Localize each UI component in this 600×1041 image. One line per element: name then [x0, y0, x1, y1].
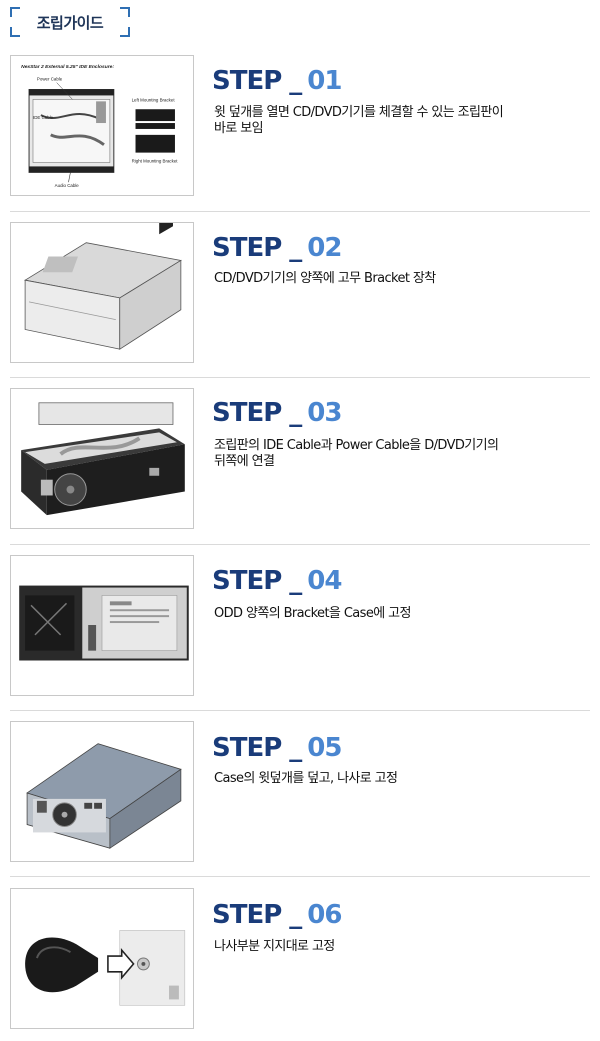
description-line: 나사부분 지지대로 고정	[214, 939, 335, 954]
step-01-description: 윗 덮개를 열면 CD/DVD기기를 체결할 수 있는 조립판이 바로 보임	[214, 105, 554, 137]
step-keyword: STEP	[212, 233, 282, 263]
step-02-description: CD/DVD기기의 양쪽에 고무 Bracket 장착	[214, 271, 554, 287]
description-line: 조립판의 IDE Cable과 Power Cable을 D/DVD기기의	[214, 438, 499, 453]
step-keyword: STEP	[212, 900, 282, 930]
step-05-description: Case의 윗덮개를 덮고, 나사로 고정	[214, 771, 554, 787]
step-separator: _	[289, 566, 302, 596]
step-number: 02	[307, 233, 342, 263]
description-line: CD/DVD기기의 양쪽에 고무 Bracket 장착	[214, 271, 436, 286]
step-01-image: NexStar 2 External 5.25" IDE Enclosure: …	[10, 55, 194, 196]
label-left-bracket: Left Mounting Bracket	[132, 97, 176, 102]
step-02-image	[10, 222, 194, 363]
step-number: 06	[307, 900, 342, 930]
step-03-image	[10, 388, 194, 529]
step-separator: _	[289, 233, 302, 263]
step-keyword: STEP	[212, 733, 282, 763]
step-number: 05	[307, 733, 342, 763]
step-keyword: STEP	[212, 566, 282, 596]
step-keyword: STEP	[212, 398, 282, 428]
step-keyword: STEP	[212, 66, 282, 96]
step-separator: _	[289, 398, 302, 428]
step-05-title: STEP _ 05	[212, 733, 342, 763]
step-01-title: STEP _ 01	[212, 66, 342, 96]
label-ide-cable: IDE Cable	[33, 115, 54, 120]
divider	[10, 211, 590, 212]
description-line: 윗 덮개를 열면 CD/DVD기기를 체결할 수 있는 조립판이	[214, 105, 504, 120]
step-separator: _	[289, 66, 302, 96]
step-04-title: STEP _ 04	[212, 566, 342, 596]
step-02-title: STEP _ 02	[212, 233, 342, 263]
step-number: 03	[307, 398, 342, 428]
description-line: Case의 윗덮개를 덮고, 나사로 고정	[214, 771, 398, 786]
divider	[10, 377, 590, 378]
step-03-description: 조립판의 IDE Cable과 Power Cable을 D/DVD기기의 뒤쪽…	[214, 438, 554, 470]
step-separator: _	[289, 900, 302, 930]
step-number: 01	[307, 66, 342, 96]
step-06-description: 나사부분 지지대로 고정	[214, 939, 554, 955]
section-title: 조립가이드	[36, 14, 104, 32]
figure-title: NexStar 2 External 5.25" IDE Enclosure:	[21, 64, 114, 70]
divider	[10, 710, 590, 711]
description-line: 바로 보임	[214, 121, 264, 136]
step-04-image	[10, 555, 194, 696]
description-line: 뒤쪽에 연결	[214, 454, 275, 469]
label-audio-cable: Audio Cable	[55, 183, 80, 188]
label-right-bracket: Right Mounting Bracket	[132, 158, 179, 163]
step-06-image	[10, 888, 194, 1029]
step-separator: _	[289, 733, 302, 763]
step-03-title: STEP _ 03	[212, 398, 342, 428]
section-header: 조립가이드	[10, 7, 130, 37]
step-05-image	[10, 721, 194, 862]
divider	[10, 544, 590, 545]
label-power-cable: Power Cable	[37, 77, 63, 82]
step-04-description: ODD 양쪽의 Bracket을 Case에 고정	[214, 606, 554, 622]
step-06-title: STEP _ 06	[212, 900, 342, 930]
divider	[10, 876, 590, 877]
description-line: ODD 양쪽의 Bracket을 Case에 고정	[214, 606, 411, 621]
step-number: 04	[307, 566, 342, 596]
